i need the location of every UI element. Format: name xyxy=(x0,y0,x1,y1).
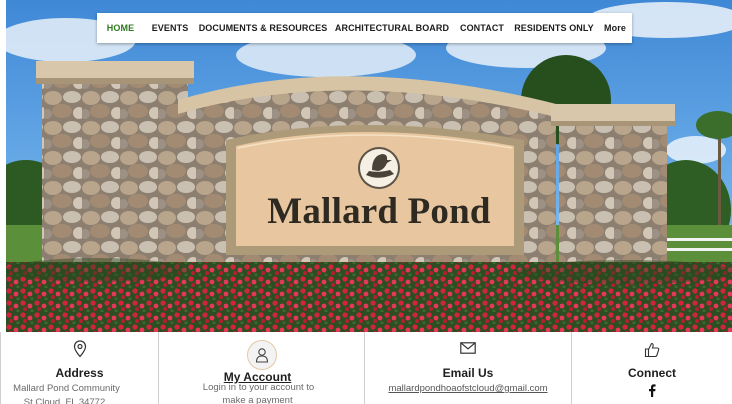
account-panel: My Account Login in to your account to m… xyxy=(158,332,364,404)
address-panel: Address Mallard Pond Community St Cloud,… xyxy=(0,332,158,404)
hero-image: Mallard Pond xyxy=(6,0,732,332)
nav-item-architectural-board[interactable]: ARCHITECTURAL BOARD xyxy=(330,13,454,43)
info-panels: Address Mallard Pond Community St Cloud,… xyxy=(0,332,732,404)
sign-title: Mallard Pond xyxy=(267,191,491,232)
nav-item-documents[interactable]: DOCUMENTS & RESOURCES xyxy=(196,13,330,43)
address-title: Address xyxy=(55,366,104,380)
connect-title: Connect xyxy=(628,366,676,380)
email-title: Email Us xyxy=(442,366,494,380)
nav-item-contact[interactable]: CONTACT xyxy=(454,13,510,43)
main-nav: HOME EVENTS DOCUMENTS & RESOURCES ARCHIT… xyxy=(97,13,632,43)
nav-item-events[interactable]: EVENTS xyxy=(144,13,196,43)
account-line-1: Login in to your account to xyxy=(202,382,315,393)
user-icon xyxy=(255,348,268,363)
connect-panel: Connect xyxy=(571,332,732,404)
email-link[interactable]: mallardpondhoaofstcloud@gmail.com xyxy=(365,382,571,395)
account-line-2: make a payment xyxy=(222,395,293,404)
envelope-icon xyxy=(460,342,476,354)
nav-item-home[interactable]: HOME xyxy=(97,13,144,43)
thumbs-up-icon xyxy=(644,342,660,358)
duck-emblem-icon xyxy=(358,147,400,189)
map-pin-icon xyxy=(73,340,86,358)
email-panel: Email Us mallardpondhoaofstcloud@gmail.c… xyxy=(364,332,571,404)
facebook-icon[interactable] xyxy=(648,384,656,397)
nav-item-more[interactable]: More xyxy=(598,13,632,43)
address-line-1: Mallard Pond Community xyxy=(13,383,120,394)
nav-item-residents-only[interactable]: RESIDENTS ONLY xyxy=(510,13,598,43)
entrance-sign-photo xyxy=(6,0,732,332)
address-line-2: St Cloud, FL 34772 xyxy=(23,397,106,404)
account-avatar[interactable] xyxy=(246,340,277,370)
